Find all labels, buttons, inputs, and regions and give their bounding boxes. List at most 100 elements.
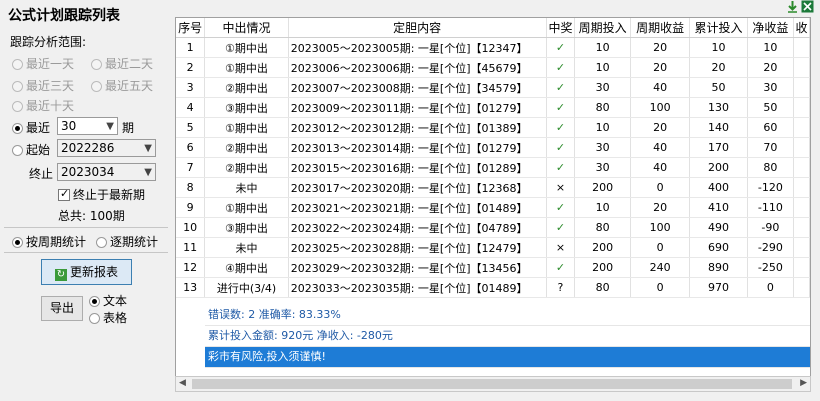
- check-icon: ✓: [555, 81, 566, 94]
- table-cell: ②期中出: [204, 137, 289, 158]
- table-cell: 200: [574, 237, 631, 258]
- col-header-win[interactable]: 中奖: [546, 18, 576, 38]
- checkbox-checked-icon: [58, 187, 70, 201]
- table-row[interactable]: 7 ②期中出 2023015～2023016期: 一星[个位]【01289】 ✓ 30 4…: [176, 157, 810, 178]
- cross-icon: ×: [555, 181, 566, 194]
- check-icon: ✓: [555, 221, 566, 234]
- table-cell: 50: [689, 77, 748, 98]
- table-row[interactable]: 4 ③期中出 2023009～2023011期: 一星[个位]【01279】 ✓ 80 1…: [176, 97, 810, 118]
- scroll-left-icon[interactable]: ◀: [179, 378, 186, 388]
- table-cell: 3: [176, 77, 206, 98]
- option-start[interactable]: 起始: [12, 141, 50, 158]
- table-row[interactable]: 5 ①期中出 2023012～2023012期: 一星[个位]【01389】 ✓ 10 2…: [176, 117, 810, 138]
- scroll-right-icon[interactable]: ▶: [800, 378, 807, 388]
- table-row[interactable]: 8 未中 2023017～2023020期: 一星[个位]【12368】 × 200 0 4…: [176, 177, 810, 198]
- table-cell: 20: [630, 197, 691, 218]
- radio-icon: [91, 59, 102, 70]
- check-icon: ✓: [555, 261, 566, 274]
- question-icon: ?: [557, 281, 564, 294]
- table-cell: 2023009～2023011期: 一星[个位]【01279】: [288, 97, 547, 118]
- chevron-down-icon: ▼: [144, 143, 152, 154]
- table-cell: ②期中出: [204, 77, 289, 98]
- win-cell: ×: [546, 177, 576, 198]
- table-cell: 80: [574, 97, 631, 118]
- col-header-total-cost[interactable]: 累计投入: [689, 18, 748, 38]
- table-cell-empty: [793, 217, 810, 238]
- export-table-radio[interactable]: 表格: [89, 309, 127, 326]
- table-cell-empty: [793, 197, 810, 218]
- table-cell: 2: [176, 57, 206, 78]
- option-recent-1day[interactable]: 最近一天: [12, 55, 74, 72]
- table-row[interactable]: 13 进行中(3/4) 2023033～2023035期: 一星[个位]【01489…: [176, 277, 810, 298]
- table-cell: 2023012～2023012期: 一星[个位]【01389】: [288, 117, 547, 138]
- table-cell-empty: [793, 157, 810, 178]
- option-recent-10days[interactable]: 最近十天: [12, 97, 74, 114]
- table-cell: 2023017～2023020期: 一星[个位]【12368】: [288, 177, 547, 198]
- table-cell: -290: [747, 237, 795, 258]
- stat-each-radio[interactable]: 逐期统计: [96, 233, 158, 250]
- tracking-grid[interactable]: 序号 中出情况 定胆内容 中奖 周期投入 周期收益 累计投入 净收益 收 1 ①期…: [175, 17, 811, 380]
- win-cell: ✓: [546, 37, 576, 58]
- table-cell-empty: [793, 57, 810, 78]
- end-latest-checkbox[interactable]: 终止于最新期: [58, 186, 145, 203]
- table-cell-empty: [793, 177, 810, 198]
- download-icon[interactable]: [786, 0, 799, 13]
- refresh-report-button[interactable]: ↻ 更新报表: [41, 259, 132, 285]
- table-cell: ①期中出: [204, 57, 289, 78]
- table-cell: -250: [747, 257, 795, 278]
- col-header-period-income[interactable]: 周期收益: [630, 18, 691, 38]
- excel-icon[interactable]: [801, 0, 814, 13]
- scrollbar-thumb[interactable]: [192, 379, 792, 389]
- stat-by-period-radio[interactable]: 按周期统计: [12, 233, 86, 250]
- table-cell: 140: [689, 117, 748, 138]
- end-label: 终止: [29, 167, 54, 181]
- table-row[interactable]: 12 ④期中出 2023029～2023032期: 一星[个位]【13456】 ✓ 20…: [176, 257, 810, 278]
- option-recent-5days[interactable]: 最近五天: [91, 77, 153, 94]
- table-row[interactable]: 10 ③期中出 2023022～2023024期: 一星[个位]【04789】 ✓ 80…: [176, 217, 810, 238]
- table-cell-empty: [793, 237, 810, 258]
- table-cell: 30: [574, 137, 631, 158]
- table-row[interactable]: 1 ①期中出 2023005～2023005期: 一星[个位]【12347】 ✓ 10 2…: [176, 37, 810, 58]
- col-header-content[interactable]: 定胆内容: [288, 18, 547, 38]
- recent-count-select[interactable]: 30 ▼: [57, 117, 118, 135]
- table-cell: 70: [747, 137, 795, 158]
- table-row[interactable]: 6 ②期中出 2023013～2023014期: 一星[个位]【01279】 ✓ 30 4…: [176, 137, 810, 158]
- col-header-period-cost[interactable]: 周期投入: [574, 18, 631, 38]
- table-cell: 2023033～2023035期: 一星[个位]【01489】: [288, 277, 547, 298]
- table-cell: 40: [630, 137, 691, 158]
- table-row[interactable]: 11 未中 2023025～2023028期: 一星[个位]【12479】 × 200 0…: [176, 237, 810, 258]
- table-cell: 170: [689, 137, 748, 158]
- table-cell: ③期中出: [204, 217, 289, 238]
- export-button[interactable]: 导出: [41, 296, 83, 321]
- table-row[interactable]: 3 ②期中出 2023007～2023008期: 一星[个位]【34579】 ✓ 30 4…: [176, 77, 810, 98]
- table-cell: 410: [689, 197, 748, 218]
- table-row[interactable]: 2 ①期中出 2023006～2023006期: 一星[个位]【45679】 ✓ 10 2…: [176, 57, 810, 78]
- radio-icon: [12, 59, 23, 70]
- radio-icon: [12, 81, 23, 92]
- horizontal-scrollbar[interactable]: ◀ ▶: [175, 376, 811, 392]
- col-header-status[interactable]: 中出情况: [204, 18, 289, 38]
- option-recent-2days[interactable]: 最近二天: [91, 55, 153, 72]
- table-cell: 30: [747, 77, 795, 98]
- col-header-net[interactable]: 净收益: [747, 18, 795, 38]
- table-cell: ①期中出: [204, 37, 289, 58]
- chevron-down-icon: ▼: [144, 167, 152, 178]
- col-header-index[interactable]: 序号: [176, 18, 206, 38]
- total-periods: 总共: 100期: [58, 209, 125, 223]
- win-cell: ✓: [546, 157, 576, 178]
- table-cell: 60: [747, 117, 795, 138]
- table-cell-empty: [793, 37, 810, 58]
- export-text-radio[interactable]: 文本: [89, 292, 127, 309]
- start-period-select[interactable]: 2022286 ▼: [57, 139, 156, 157]
- table-cell: 5: [176, 117, 206, 138]
- option-recent-3days[interactable]: 最近三天: [12, 77, 74, 94]
- table-cell: 690: [689, 237, 748, 258]
- end-period-select[interactable]: 2023034 ▼: [57, 163, 156, 181]
- table-cell: 2023006～2023006期: 一星[个位]【45679】: [288, 57, 547, 78]
- col-header-extra[interactable]: 收: [793, 18, 810, 38]
- table-cell: 100: [630, 97, 691, 118]
- option-recent-n[interactable]: 最近: [12, 119, 50, 136]
- table-row[interactable]: 9 ①期中出 2023021～2023021期: 一星[个位]【01489】 ✓ 10 2…: [176, 197, 810, 218]
- table-cell: -120: [747, 177, 795, 198]
- table-cell-empty: [793, 117, 810, 138]
